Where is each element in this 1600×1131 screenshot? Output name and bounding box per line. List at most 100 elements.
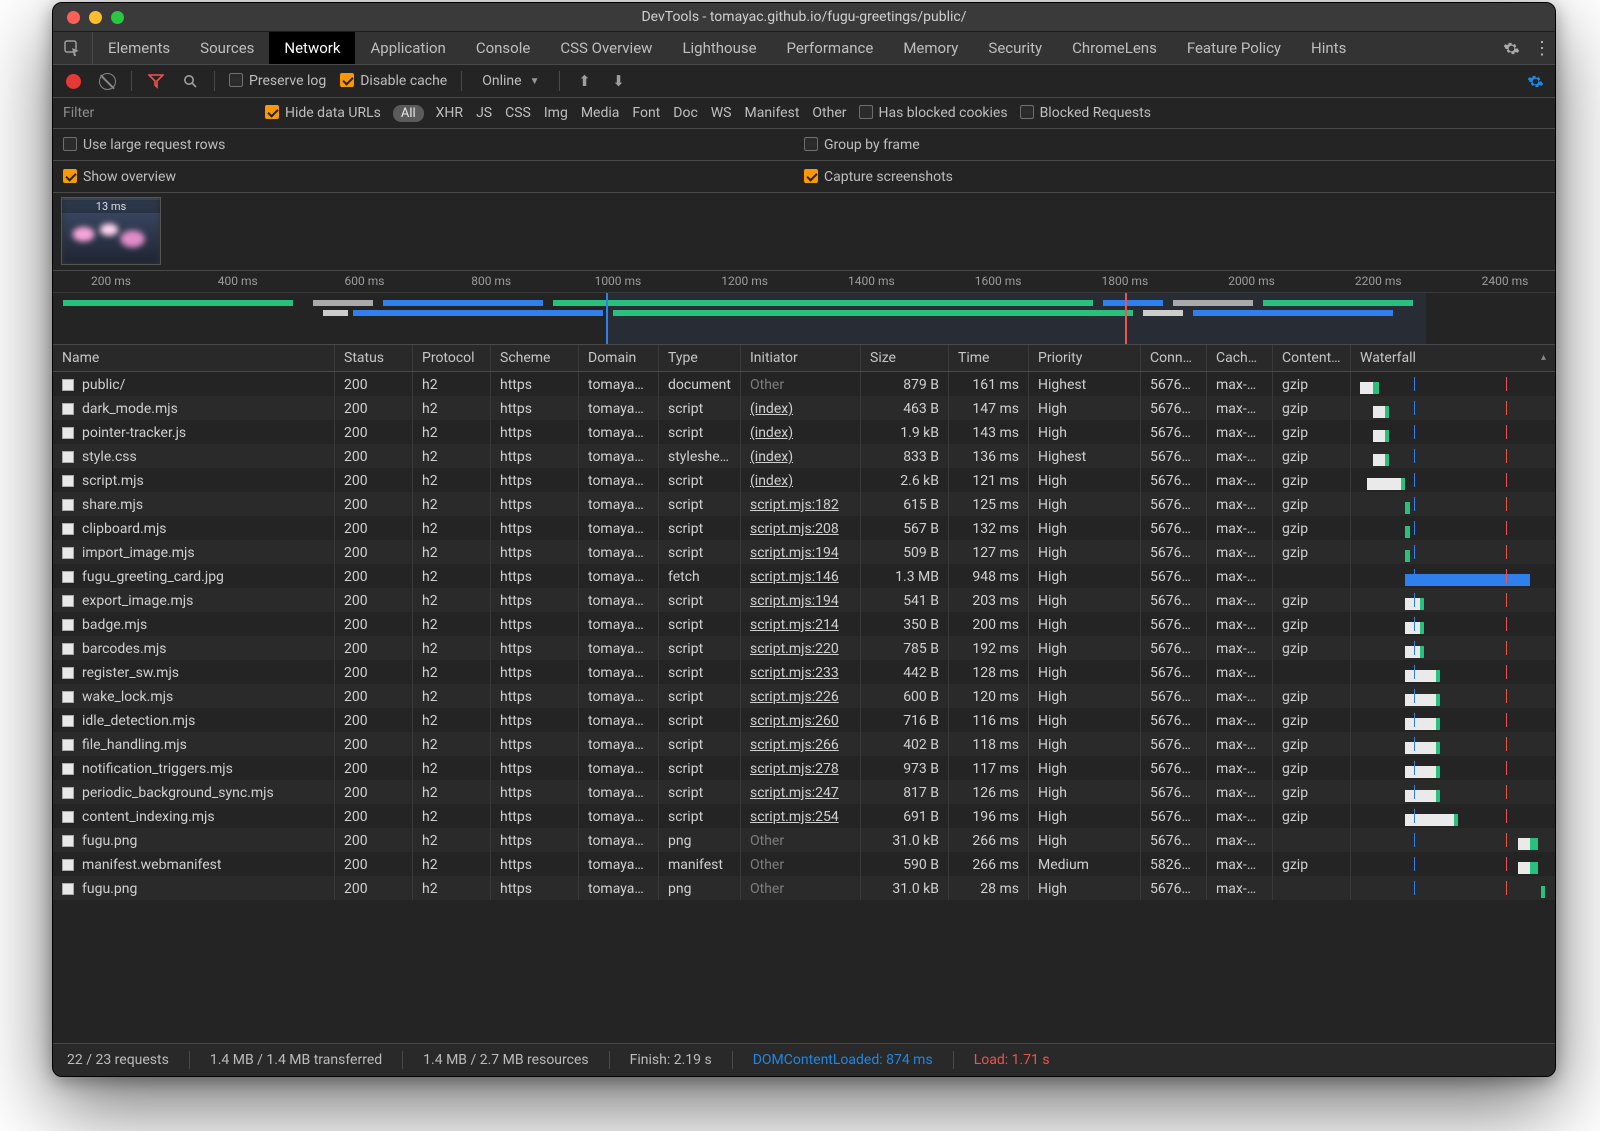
column-header[interactable]: Priority xyxy=(1029,345,1141,371)
hide-data-urls-checkbox[interactable]: Hide data URLs xyxy=(265,105,381,121)
throttling-select[interactable]: Online ▼ xyxy=(476,73,545,89)
table-row[interactable]: idle_detection.mjs200h2httpstomayac…scri… xyxy=(53,708,1555,732)
table-row[interactable]: periodic_background_sync.mjs200h2httpsto… xyxy=(53,780,1555,804)
table-row[interactable]: clipboard.mjs200h2httpstomayac…scriptscr… xyxy=(53,516,1555,540)
column-header[interactable]: Size xyxy=(861,345,949,371)
table-row[interactable]: fugu_greeting_card.jpg200h2httpstomayac…… xyxy=(53,564,1555,588)
table-row[interactable]: file_handling.mjs200h2httpstomayac…scrip… xyxy=(53,732,1555,756)
cell-initiator[interactable]: script.mjs:260 xyxy=(741,708,861,732)
panel-tab-performance[interactable]: Performance xyxy=(772,32,889,64)
table-header[interactable]: NameStatusProtocolSchemeDomainTypeInitia… xyxy=(53,344,1555,372)
panel-tab-feature-policy[interactable]: Feature Policy xyxy=(1172,32,1296,64)
preserve-log-checkbox[interactable]: Preserve log xyxy=(229,73,326,89)
panel-tab-console[interactable]: Console xyxy=(461,32,546,64)
download-har-icon[interactable]: ⬇ xyxy=(608,71,628,91)
table-row[interactable]: content_indexing.mjs200h2httpstomayac…sc… xyxy=(53,804,1555,828)
column-header[interactable]: Waterfall xyxy=(1351,345,1555,371)
panel-tab-css-overview[interactable]: CSS Overview xyxy=(545,32,667,64)
group-by-frame-checkbox[interactable]: Group by frame xyxy=(804,137,920,153)
network-settings-gear-icon[interactable] xyxy=(1525,71,1545,91)
cell-initiator[interactable]: script.mjs:146 xyxy=(741,564,861,588)
filter-type-doc[interactable]: Doc xyxy=(673,105,698,121)
panel-tab-application[interactable]: Application xyxy=(355,32,460,64)
table-row[interactable]: style.css200h2httpstomayac…stylesheet(in… xyxy=(53,444,1555,468)
clear-button[interactable] xyxy=(97,71,117,91)
record-button[interactable] xyxy=(63,71,83,91)
panel-tab-chromelens[interactable]: ChromeLens xyxy=(1057,32,1172,64)
cell-initiator[interactable]: (index) xyxy=(741,468,861,492)
table-row[interactable]: fugu.png200h2httpstomayac…pngOther31.0 k… xyxy=(53,828,1555,852)
cell-initiator[interactable]: script.mjs:278 xyxy=(741,756,861,780)
cell-initiator[interactable]: script.mjs:247 xyxy=(741,780,861,804)
settings-gear-icon[interactable] xyxy=(1493,32,1529,64)
filter-type-xhr[interactable]: XHR xyxy=(436,105,463,121)
has-blocked-cookies-checkbox[interactable]: Has blocked cookies xyxy=(859,105,1008,121)
filter-icon[interactable] xyxy=(146,71,166,91)
search-icon[interactable] xyxy=(180,71,200,91)
cell-initiator[interactable]: script.mjs:208 xyxy=(741,516,861,540)
column-header[interactable]: Domain xyxy=(579,345,659,371)
column-header[interactable]: Content-… xyxy=(1273,345,1351,371)
disable-cache-checkbox[interactable]: Disable cache xyxy=(340,73,447,89)
cell-initiator[interactable]: (index) xyxy=(741,444,861,468)
column-header[interactable]: Time xyxy=(949,345,1029,371)
close-window-button[interactable] xyxy=(67,11,80,24)
panel-tab-memory[interactable]: Memory xyxy=(888,32,973,64)
table-row[interactable]: export_image.mjs200h2httpstomayac…script… xyxy=(53,588,1555,612)
filter-type-img[interactable]: Img xyxy=(544,105,568,121)
maximize-window-button[interactable] xyxy=(111,11,124,24)
cell-initiator[interactable]: (index) xyxy=(741,396,861,420)
table-row[interactable]: pointer-tracker.js200h2httpstomayac…scri… xyxy=(53,420,1555,444)
filter-type-other[interactable]: Other xyxy=(812,105,846,121)
table-row[interactable]: badge.mjs200h2httpstomayac…scriptscript.… xyxy=(53,612,1555,636)
inspect-element-button[interactable] xyxy=(53,32,93,64)
panel-tab-network[interactable]: Network xyxy=(269,32,355,64)
cell-initiator[interactable]: script.mjs:220 xyxy=(741,636,861,660)
filter-type-ws[interactable]: WS xyxy=(711,105,732,121)
column-header[interactable]: Scheme xyxy=(491,345,579,371)
cell-initiator[interactable]: script.mjs:226 xyxy=(741,684,861,708)
use-large-rows-checkbox[interactable]: Use large request rows xyxy=(63,137,225,153)
upload-har-icon[interactable]: ⬆ xyxy=(574,71,594,91)
table-row[interactable]: register_sw.mjs200h2httpstomayac…scripts… xyxy=(53,660,1555,684)
cell-initiator[interactable]: script.mjs:266 xyxy=(741,732,861,756)
filter-type-css[interactable]: CSS xyxy=(505,105,531,121)
table-row[interactable]: wake_lock.mjs200h2httpstomayac…scriptscr… xyxy=(53,684,1555,708)
column-header[interactable]: Name xyxy=(53,345,335,371)
table-row[interactable]: barcodes.mjs200h2httpstomayac…scriptscri… xyxy=(53,636,1555,660)
panel-tab-sources[interactable]: Sources xyxy=(185,32,269,64)
panel-tab-security[interactable]: Security xyxy=(973,32,1057,64)
filter-type-js[interactable]: JS xyxy=(476,105,492,121)
filter-type-all[interactable]: All xyxy=(393,105,424,122)
minimize-window-button[interactable] xyxy=(89,11,102,24)
panel-tab-hints[interactable]: Hints xyxy=(1296,32,1361,64)
table-row[interactable]: import_image.mjs200h2httpstomayac…script… xyxy=(53,540,1555,564)
cell-initiator[interactable]: script.mjs:194 xyxy=(741,588,861,612)
table-row[interactable]: public/200h2httpstomayac…documentOther87… xyxy=(53,372,1555,396)
column-header[interactable]: Protocol xyxy=(413,345,491,371)
panel-tab-lighthouse[interactable]: Lighthouse xyxy=(667,32,771,64)
cell-initiator[interactable]: (index) xyxy=(741,420,861,444)
cell-initiator[interactable]: script.mjs:214 xyxy=(741,612,861,636)
filter-input[interactable]: Filter xyxy=(63,105,253,121)
table-row[interactable]: script.mjs200h2httpstomayac…script(index… xyxy=(53,468,1555,492)
column-header[interactable]: Conne… xyxy=(1141,345,1207,371)
capture-screenshots-checkbox[interactable]: Capture screenshots xyxy=(804,169,953,185)
blocked-requests-checkbox[interactable]: Blocked Requests xyxy=(1020,105,1151,121)
table-row[interactable]: manifest.webmanifest200h2httpstomayac…ma… xyxy=(53,852,1555,876)
table-row[interactable]: dark_mode.mjs200h2httpstomayac…script(in… xyxy=(53,396,1555,420)
show-overview-checkbox[interactable]: Show overview xyxy=(63,169,176,185)
table-row[interactable]: share.mjs200h2httpstomayac…scriptscript.… xyxy=(53,492,1555,516)
filter-type-manifest[interactable]: Manifest xyxy=(745,105,800,121)
cell-initiator[interactable]: script.mjs:194 xyxy=(741,540,861,564)
filmstrip-thumbnail[interactable]: 13 ms xyxy=(61,197,161,265)
column-header[interactable]: Status xyxy=(335,345,413,371)
cell-initiator[interactable]: script.mjs:182 xyxy=(741,492,861,516)
cell-initiator[interactable]: script.mjs:254 xyxy=(741,804,861,828)
filter-type-media[interactable]: Media xyxy=(581,105,620,121)
panel-tab-elements[interactable]: Elements xyxy=(93,32,185,64)
table-row[interactable]: notification_triggers.mjs200h2httpstomay… xyxy=(53,756,1555,780)
cell-initiator[interactable]: script.mjs:233 xyxy=(741,660,861,684)
column-header[interactable]: Cach… xyxy=(1207,345,1273,371)
column-header[interactable]: Type xyxy=(659,345,741,371)
